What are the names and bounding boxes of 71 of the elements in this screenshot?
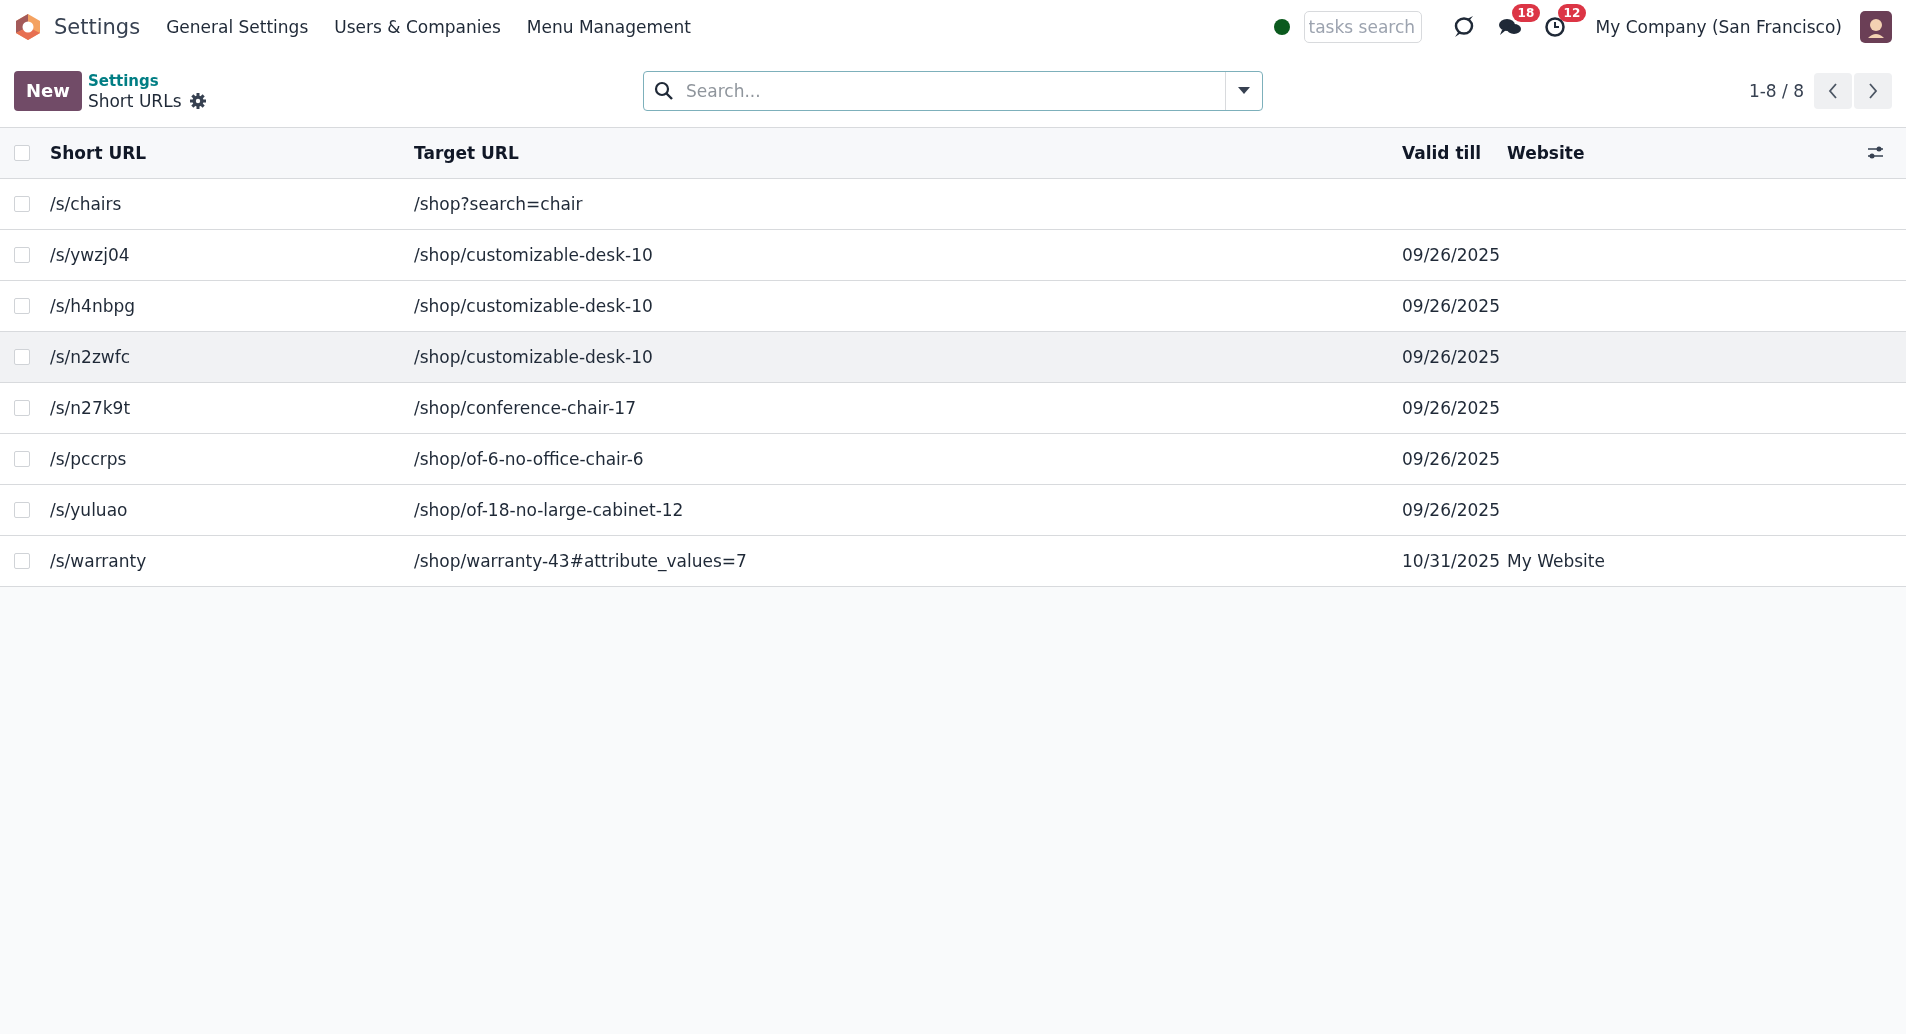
search-field[interactable]: tasks search <box>1303 11 1422 43</box>
row-checkbox[interactable] <box>14 196 30 212</box>
menu-item[interactable]: General Settings <box>166 17 309 37</box>
row-checkbox[interactable] <box>14 553 30 569</box>
caret-icon <box>1238 86 1250 95</box>
menu-item[interactable]: Users & Companies <box>334 17 501 37</box>
table-cell-text: /shop/of-18-no-large-cabinet-12 <box>414 500 685 520</box>
search-icon <box>654 80 674 101</box>
table-cell-text: 09/26/2025 <box>1402 347 1501 367</box>
table-cell-text: /s/chairs <box>50 194 123 214</box>
table-cell-text: /s/n2zwfc <box>50 347 132 367</box>
column-header[interactable]: Valid till <box>1402 143 1507 163</box>
messages-icon[interactable] <box>1497 16 1522 38</box>
table-row[interactable]: /s/yuluao /shop/of-18-no-large-cabinet-12 09/26/2025 <box>0 485 1906 536</box>
table-cell-text: /s/warranty <box>50 551 148 571</box>
select-all-checkbox[interactable] <box>14 145 30 161</box>
table-cell-text: /shop/of-6-no-office-chair-6 <box>414 449 645 469</box>
clock-icon[interactable] <box>1543 16 1566 38</box>
table-row[interactable]: /s/warranty /shop/warranty-43#attribute_values=7 10/31/2025 My Website <box>0 536 1906 587</box>
table-cell-text: 09/26/2025 <box>1402 449 1501 469</box>
avatar-icon[interactable] <box>1860 11 1892 43</box>
search-input[interactable]: Search... <box>684 72 1225 109</box>
chevron-left-icon <box>1826 81 1840 100</box>
menu-item[interactable]: Menu Management <box>526 17 691 37</box>
table-cell-text: 10/31/2025 <box>1402 551 1501 571</box>
table-cell-text: /shop/conference-chair-17 <box>414 398 637 418</box>
table-row[interactable]: /s/ywzj04 /shop/customizable-desk-10 09/26/2025 <box>0 230 1906 281</box>
table-row[interactable]: /s/pccrps /shop/of-6-no-office-chair-6 09/26/2025 <box>0 434 1906 485</box>
chevron-right-icon <box>1866 81 1880 100</box>
table-row[interactable]: /s/n2zwfc /shop/customizable-desk-10 09/26/2025 <box>0 332 1906 383</box>
table-cell-text: My Website <box>1507 551 1606 571</box>
table-cell-text: /shop/customizable-desk-10 <box>414 296 654 316</box>
table-cell-text: 09/26/2025 <box>1402 500 1501 520</box>
table-cell-text: /s/n27k9t <box>50 398 132 418</box>
next-page-button[interactable] <box>1854 72 1892 109</box>
company-switcher[interactable]: My Company (San Francisco) <box>1595 17 1842 37</box>
row-checkbox[interactable] <box>14 400 30 416</box>
breadcrumb-link[interactable]: Settings <box>87 70 206 91</box>
row-checkbox[interactable] <box>14 349 30 365</box>
table-row[interactable]: /s/n27k9t /shop/conference-chair-17 09/26/2025 <box>0 383 1906 434</box>
row-checkbox[interactable] <box>14 298 30 314</box>
table-cell-text: /shop/customizable-desk-10 <box>414 347 654 367</box>
table-row[interactable]: /s/chairs /shop?search=chair <box>0 179 1906 230</box>
new-button[interactable]: New <box>14 70 82 111</box>
search-field[interactable]: Search... <box>643 70 1263 111</box>
table-cell-text: 09/26/2025 <box>1402 296 1501 316</box>
column-header[interactable]: Website <box>1507 143 1866 163</box>
table-cell-text: /s/yuluao <box>50 500 129 520</box>
table-cell-text: 09/26/2025 <box>1402 245 1501 265</box>
table-cell-text: /s/ywzj04 <box>50 245 131 265</box>
table-cell-text: 09/26/2025 <box>1402 398 1501 418</box>
page-title: Short URLs <box>87 90 182 111</box>
row-checkbox[interactable] <box>14 247 30 263</box>
pager-value[interactable]: 1-8 / 8 <box>1748 80 1804 101</box>
row-checkbox[interactable] <box>14 451 30 467</box>
app-name[interactable]: Settings <box>54 15 141 39</box>
table-cell-text: /shop/customizable-desk-10 <box>414 245 654 265</box>
table-cell-text: /s/pccrps <box>50 449 128 469</box>
column-header[interactable]: Target URL <box>414 143 1402 163</box>
app-logo-icon[interactable] <box>14 13 42 41</box>
column-header[interactable]: Short URL <box>50 143 414 163</box>
table-cell-text: /shop/warranty-43#attribute_values=7 <box>414 551 748 571</box>
previous-page-button[interactable] <box>1814 72 1852 109</box>
settings-icon[interactable] <box>189 92 206 109</box>
count-badge: 12 <box>1557 4 1587 22</box>
table-cell-text: /s/h4nbpg <box>50 296 137 316</box>
row-checkbox[interactable] <box>14 502 30 518</box>
table-row[interactable]: /s/h4nbpg /shop/customizable-desk-10 09/26/2025 <box>0 281 1906 332</box>
status-dot-icon <box>1273 19 1290 35</box>
table-cell-text: /shop?search=chair <box>414 194 584 214</box>
count-badge: 18 <box>1511 4 1541 22</box>
